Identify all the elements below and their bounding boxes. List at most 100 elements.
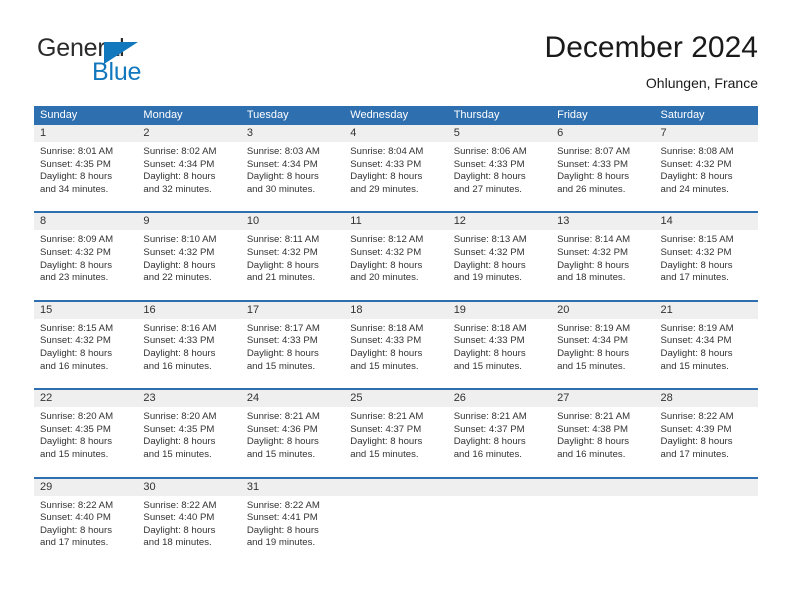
daylight-text: and 15 minutes.: [143, 448, 212, 460]
day-number[interactable]: 8: [34, 213, 137, 230]
day-number[interactable]: 28: [655, 390, 758, 407]
day-number[interactable]: 1: [34, 125, 137, 142]
day-cell[interactable]: Sunrise: 8:11 AM Sunset: 4:32 PM Daylight:…: [241, 230, 344, 288]
day-cell[interactable]: Sunrise: 8:16 AM Sunset: 4:33 PM Daylight:…: [137, 319, 240, 377]
sunrise-text: Sunrise: 8:19 AM: [557, 322, 631, 334]
day-cell[interactable]: Sunrise: 8:09 AM Sunset: 4:32 PM Daylight:…: [34, 230, 137, 288]
day-number[interactable]: [448, 479, 551, 496]
day-number[interactable]: 6: [551, 125, 654, 142]
day-cell[interactable]: Sunrise: 8:22 AM Sunset: 4:39 PM Daylight:…: [655, 407, 758, 465]
day-number[interactable]: 12: [448, 213, 551, 230]
day-cell[interactable]: Sunrise: 8:01 AM Sunset: 4:35 PM Daylight:…: [34, 142, 137, 200]
day-number[interactable]: 2: [137, 125, 240, 142]
sunrise-text: Sunrise: 8:22 AM: [40, 499, 114, 511]
day-cell[interactable]: Sunrise: 8:21 AM Sunset: 4:37 PM Daylight:…: [448, 407, 551, 465]
daylight-text: and 23 minutes.: [40, 272, 109, 284]
sunset-text: Sunset: 4:37 PM: [453, 423, 525, 435]
day-number[interactable]: [655, 479, 758, 496]
day-number[interactable]: [344, 479, 447, 496]
day-cell[interactable]: Sunrise: 8:21 AM Sunset: 4:36 PM Daylight:…: [241, 407, 344, 465]
daylight-text: and 21 minutes.: [246, 272, 316, 284]
daylight-text: and 16 minutes.: [143, 360, 212, 372]
week-daynumber-band: 1234567: [34, 125, 758, 142]
day-cell[interactable]: Sunrise: 8:04 AM Sunset: 4:33 PM Daylight:…: [344, 142, 447, 200]
day-number[interactable]: 25: [344, 390, 447, 407]
day-cell[interactable]: Sunrise: 8:20 AM Sunset: 4:35 PM Daylight:…: [34, 407, 137, 465]
day-number[interactable]: 9: [137, 213, 240, 230]
title-block: December 2024 Ohlungen, France: [545, 30, 758, 93]
day-number[interactable]: 26: [448, 390, 551, 407]
day-cell[interactable]: Sunrise: 8:07 AM Sunset: 4:33 PM Daylight:…: [551, 142, 654, 200]
day-cell[interactable]: Sunrise: 8:10 AM Sunset: 4:32 PM Daylight:…: [137, 230, 240, 288]
day-cell[interactable]: Sunrise: 8:17 AM Sunset: 4:33 PM Daylight:…: [241, 319, 344, 377]
day-cell[interactable]: Sunrise: 8:02 AM Sunset: 4:34 PM Daylight:…: [137, 142, 240, 200]
week-detail-band: Sunrise: 8:01 AM Sunset: 4:35 PM Daylight:…: [34, 142, 758, 201]
day-cell[interactable]: Sunrise: 8:14 AM Sunset: 4:32 PM Daylight:…: [551, 230, 654, 288]
sunset-text: Sunset: 4:32 PM: [557, 246, 629, 258]
day-cell[interactable]: Sunrise: 8:03 AM Sunset: 4:34 PM Daylight:…: [241, 142, 344, 200]
day-cell[interactable]: Sunrise: 8:22 AM Sunset: 4:41 PM Daylight:…: [241, 496, 344, 554]
daylight-text: and 26 minutes.: [557, 183, 626, 195]
day-cell[interactable]: Sunrise: 8:22 AM Sunset: 4:40 PM Daylight:…: [137, 496, 240, 554]
day-cell[interactable]: Sunrise: 8:13 AM Sunset: 4:32 PM Daylight:…: [448, 230, 551, 288]
day-number[interactable]: 29: [34, 479, 137, 496]
day-number[interactable]: 27: [551, 390, 654, 407]
daylight-text: Daylight: 8 hours: [40, 347, 112, 359]
day-cell[interactable]: Sunrise: 8:21 AM Sunset: 4:37 PM Daylight:…: [344, 407, 447, 465]
day-cell[interactable]: [655, 496, 758, 554]
daylight-text: Daylight: 8 hours: [557, 171, 630, 183]
day-number[interactable]: 18: [344, 302, 447, 319]
day-cell[interactable]: [551, 496, 654, 554]
day-number[interactable]: 3: [241, 125, 344, 142]
daylight-text: Daylight: 8 hours: [143, 524, 216, 536]
day-number[interactable]: 21: [655, 302, 758, 319]
day-cell[interactable]: Sunrise: 8:18 AM Sunset: 4:33 PM Daylight:…: [344, 319, 447, 377]
day-number[interactable]: 17: [241, 302, 344, 319]
day-number[interactable]: 11: [344, 213, 447, 230]
sunset-text: Sunset: 4:33 PM: [557, 158, 629, 170]
day-number[interactable]: 23: [137, 390, 240, 407]
daylight-text: Daylight: 8 hours: [40, 171, 112, 183]
sunrise-text: Sunrise: 8:15 AM: [40, 322, 114, 334]
general-blue-logo[interactable]: General Blue: [34, 34, 264, 96]
day-cell[interactable]: Sunrise: 8:08 AM Sunset: 4:32 PM Daylight:…: [655, 142, 758, 200]
day-cell[interactable]: [448, 496, 551, 554]
sunrise-text: Sunrise: 8:06 AM: [453, 146, 527, 157]
day-number[interactable]: 20: [551, 302, 654, 319]
day-number[interactable]: 30: [137, 479, 240, 496]
day-number[interactable]: 22: [34, 390, 137, 407]
day-cell[interactable]: Sunrise: 8:15 AM Sunset: 4:32 PM Daylight:…: [34, 319, 137, 377]
day-cell[interactable]: Sunrise: 8:19 AM Sunset: 4:34 PM Daylight:…: [655, 319, 758, 377]
day-number[interactable]: 31: [241, 479, 344, 496]
day-number[interactable]: 4: [344, 125, 447, 142]
day-cell[interactable]: Sunrise: 8:06 AM Sunset: 4:33 PM Daylight:…: [448, 142, 551, 200]
day-cell[interactable]: [344, 496, 447, 554]
day-number[interactable]: 24: [241, 390, 344, 407]
daylight-text: and 15 minutes.: [453, 360, 522, 372]
day-number[interactable]: 16: [137, 302, 240, 319]
day-number[interactable]: 13: [551, 213, 654, 230]
day-number[interactable]: 15: [34, 302, 137, 319]
day-number[interactable]: [551, 479, 654, 496]
day-cell[interactable]: Sunrise: 8:21 AM Sunset: 4:38 PM Daylight:…: [551, 407, 654, 465]
day-cell[interactable]: Sunrise: 8:22 AM Sunset: 4:40 PM Daylight:…: [34, 496, 137, 554]
day-number[interactable]: 7: [655, 125, 758, 142]
sunset-text: Sunset: 4:34 PM: [143, 158, 215, 170]
day-cell[interactable]: Sunrise: 8:12 AM Sunset: 4:32 PM Daylight:…: [344, 230, 447, 288]
daylight-text: Daylight: 8 hours: [557, 436, 630, 448]
day-number[interactable]: 19: [448, 302, 551, 319]
day-cell[interactable]: Sunrise: 8:15 AM Sunset: 4:32 PM Daylight:…: [655, 230, 758, 288]
daylight-text: and 15 minutes.: [557, 360, 626, 372]
daylight-text: Daylight: 8 hours: [660, 347, 733, 359]
day-cell[interactable]: Sunrise: 8:18 AM Sunset: 4:33 PM Daylight:…: [448, 319, 551, 377]
week-detail-band: Sunrise: 8:15 AM Sunset: 4:32 PM Daylight:…: [34, 318, 758, 378]
sunrise-text: Sunrise: 8:22 AM: [143, 499, 217, 511]
day-number[interactable]: 5: [448, 125, 551, 142]
day-cell[interactable]: Sunrise: 8:19 AM Sunset: 4:34 PM Daylight:…: [551, 319, 654, 377]
daylight-text: Daylight: 8 hours: [350, 347, 423, 359]
sunset-text: Sunset: 4:33 PM: [453, 158, 525, 170]
day-number[interactable]: 10: [241, 213, 344, 230]
day-cell[interactable]: Sunrise: 8:20 AM Sunset: 4:35 PM Daylight:…: [137, 407, 240, 465]
day-number[interactable]: 14: [655, 213, 758, 230]
sunset-text: Sunset: 4:33 PM: [350, 335, 422, 347]
